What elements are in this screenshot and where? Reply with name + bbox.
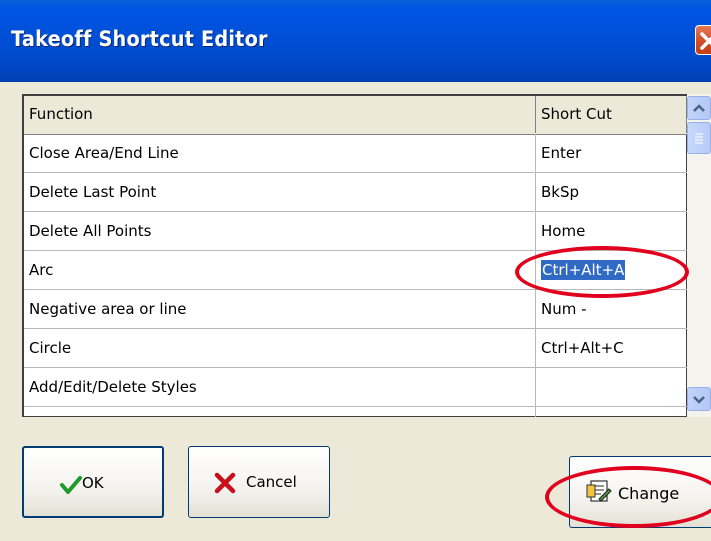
function-cell: Delete All Points — [24, 212, 536, 250]
shortcut-cell[interactable] — [536, 407, 687, 417]
scroll-up-button[interactable] — [687, 96, 711, 120]
ok-button[interactable]: OK — [22, 446, 164, 518]
selected-shortcut-text[interactable]: Ctrl+Alt+A — [541, 260, 626, 280]
close-button[interactable] — [695, 25, 711, 55]
table-row[interactable] — [24, 407, 687, 417]
close-icon — [700, 32, 711, 50]
function-cell: Arc — [24, 251, 536, 289]
table-row-selected[interactable]: Arc Ctrl+Alt+A — [24, 251, 687, 290]
shortcut-cell[interactable]: Num - — [536, 290, 687, 328]
column-header-shortcut[interactable]: Short Cut — [536, 96, 687, 133]
shortcut-grid[interactable]: Function Short Cut Close Area/End Line E… — [22, 94, 687, 417]
ok-label: OK — [82, 474, 104, 492]
title-bar: Takeoff Shortcut Editor — [0, 0, 711, 82]
scroll-thumb[interactable] — [687, 122, 711, 154]
table-row[interactable]: Delete All Points Home — [24, 212, 687, 251]
function-cell: Close Area/End Line — [24, 134, 536, 172]
function-cell: Delete Last Point — [24, 173, 536, 211]
cancel-button[interactable]: Cancel — [188, 446, 330, 518]
function-cell — [24, 407, 536, 417]
table-row[interactable]: Negative area or line Num - — [24, 290, 687, 329]
function-cell: Negative area or line — [24, 290, 536, 328]
shortcut-cell[interactable]: BkSp — [536, 173, 687, 211]
chevron-up-icon — [693, 104, 705, 112]
function-cell: Circle — [24, 329, 536, 367]
window-title: Takeoff Shortcut Editor — [11, 27, 268, 51]
scroll-down-button[interactable] — [687, 387, 711, 411]
shortcut-cell[interactable]: Ctrl+Alt+C — [536, 329, 687, 367]
vertical-scrollbar[interactable] — [687, 94, 711, 417]
cancel-label: Cancel — [246, 473, 297, 491]
chevron-down-icon — [693, 396, 705, 404]
table-row[interactable]: Close Area/End Line Enter — [24, 134, 687, 173]
checkmark-icon — [60, 476, 82, 494]
shortcut-cell[interactable] — [536, 368, 687, 406]
x-icon — [214, 472, 236, 494]
change-button[interactable]: Change — [569, 456, 711, 528]
change-label: Change — [618, 484, 680, 503]
shortcut-cell[interactable]: Home — [536, 212, 687, 250]
grid-header: Function Short Cut — [24, 96, 687, 135]
shortcut-cell[interactable]: Enter — [536, 134, 687, 172]
shortcut-cell-selected[interactable]: Ctrl+Alt+A — [536, 251, 687, 289]
edit-document-icon — [586, 480, 612, 502]
function-cell: Add/Edit/Delete Styles — [24, 368, 536, 406]
table-row[interactable]: Circle Ctrl+Alt+C — [24, 329, 687, 368]
table-row[interactable]: Add/Edit/Delete Styles — [24, 368, 687, 407]
column-header-function[interactable]: Function — [24, 96, 536, 133]
grip-icon — [695, 133, 703, 144]
table-row[interactable]: Delete Last Point BkSp — [24, 173, 687, 212]
